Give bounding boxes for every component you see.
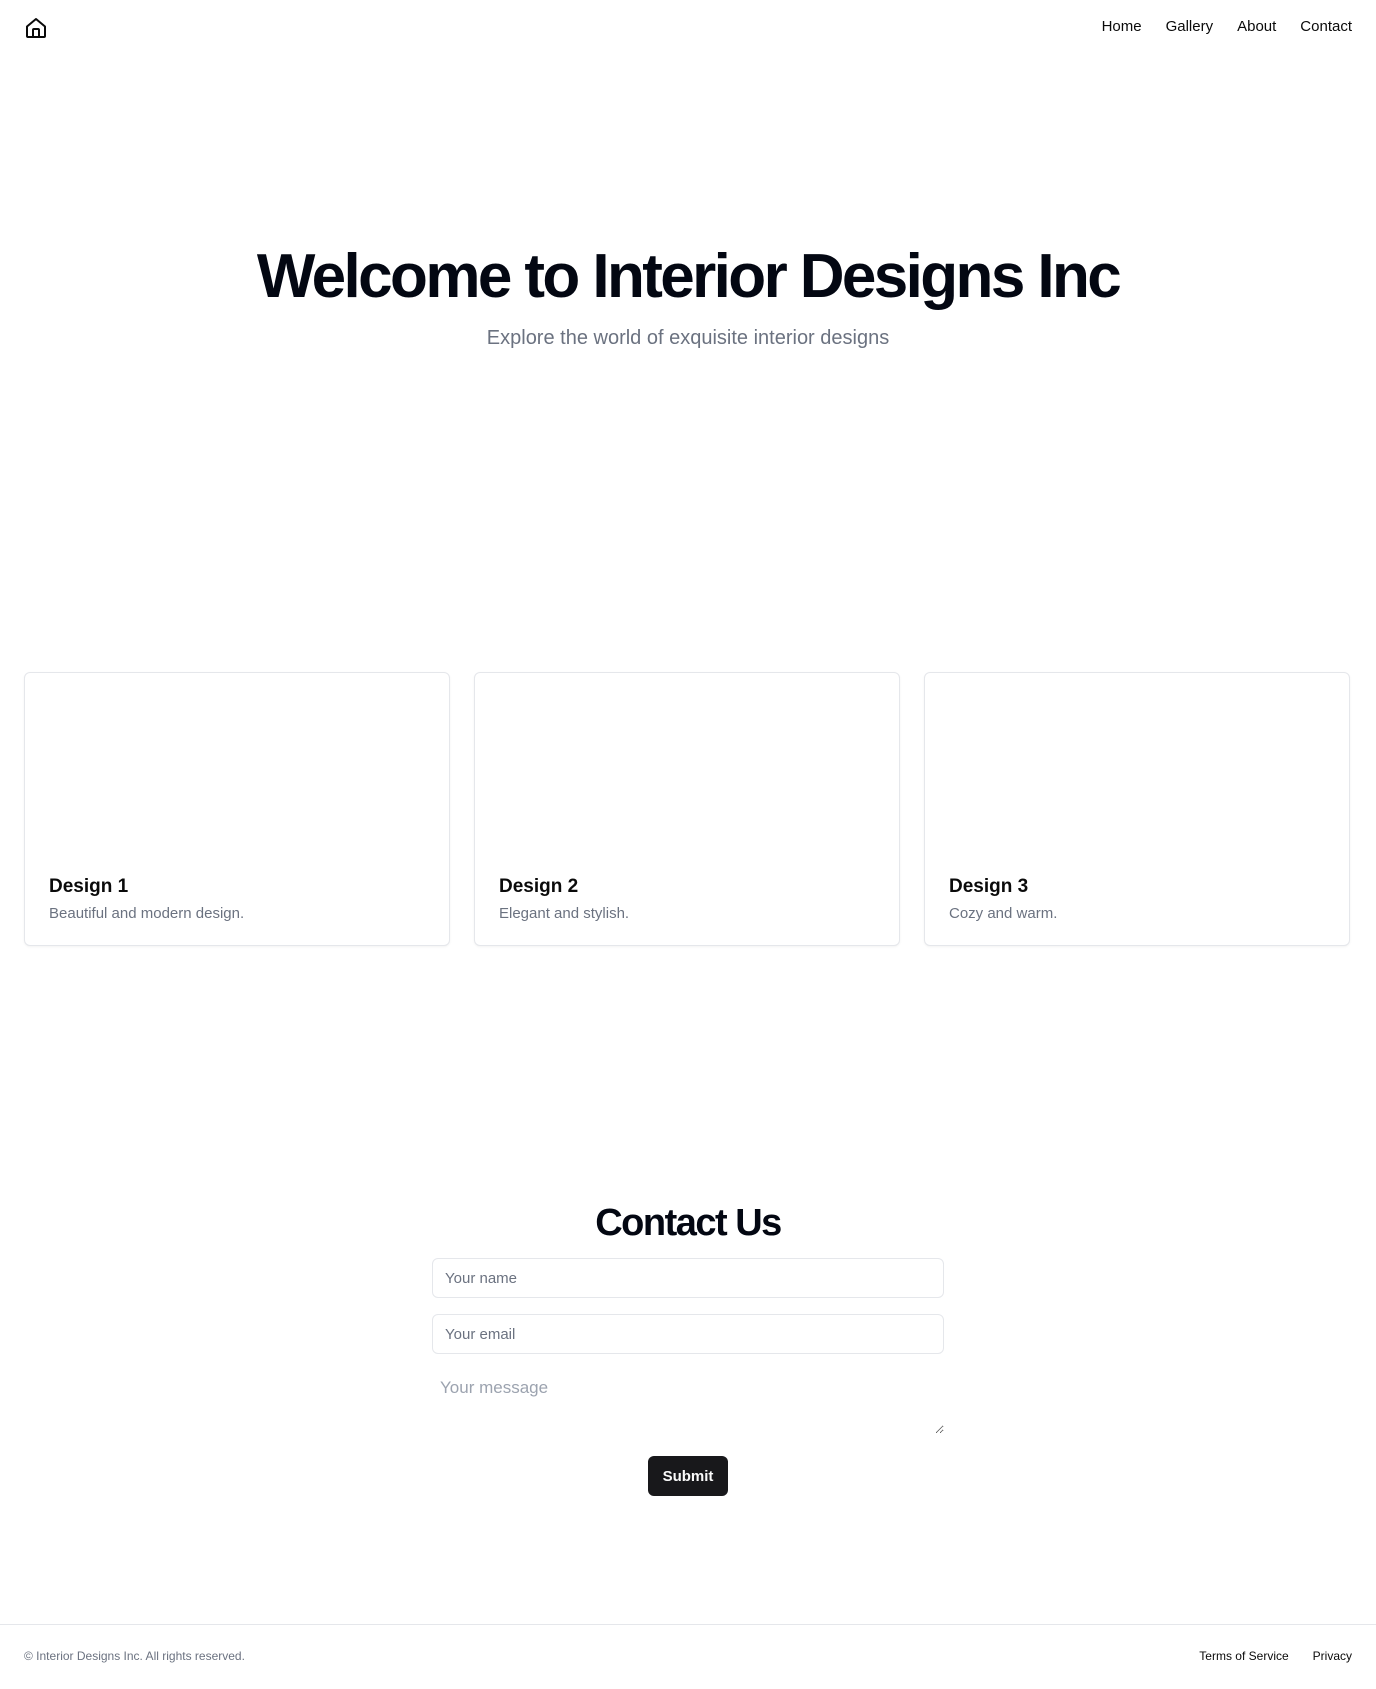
hero-title: Welcome to Interior Designs Inc: [256, 242, 1122, 311]
design-card[interactable]: Design 1 Beautiful and modern design.: [24, 672, 450, 946]
site-footer: © Interior Designs Inc. All rights reser…: [0, 1624, 1376, 1689]
copyright-text: © Interior Designs Inc. All rights reser…: [24, 1649, 245, 1663]
card-description: Beautiful and modern design.: [49, 905, 245, 922]
nav-link-home[interactable]: Home: [1102, 18, 1142, 35]
contact-title: Contact Us: [595, 1202, 782, 1244]
footer-links: Terms of Service Privacy: [1199, 1649, 1352, 1663]
footer-link-terms[interactable]: Terms of Service: [1199, 1649, 1288, 1663]
nav-link-about[interactable]: About: [1237, 18, 1276, 35]
design-gallery: Design 1 Beautiful and modern design. De…: [24, 672, 1352, 946]
site-header: Home Gallery About Contact: [0, 0, 1376, 56]
card-title: Design 1: [49, 876, 129, 897]
nav-link-gallery[interactable]: Gallery: [1166, 18, 1214, 35]
footer-link-privacy[interactable]: Privacy: [1313, 1649, 1352, 1663]
hero-subtitle: Explore the world of exquisite interior …: [486, 327, 890, 349]
card-title: Design 3: [949, 876, 1029, 897]
main-nav: Home Gallery About Contact: [1102, 18, 1352, 35]
design-card[interactable]: Design 2 Elegant and stylish.: [474, 672, 900, 946]
name-input[interactable]: [432, 1258, 944, 1298]
card-description: Elegant and stylish.: [499, 905, 630, 922]
email-input[interactable]: [432, 1314, 944, 1354]
home-icon[interactable]: [24, 16, 48, 40]
message-textarea[interactable]: [432, 1370, 944, 1434]
card-title: Design 2: [499, 876, 579, 897]
submit-button[interactable]: Submit: [648, 1456, 728, 1496]
design-card[interactable]: Design 3 Cozy and warm.: [924, 672, 1350, 946]
nav-link-contact[interactable]: Contact: [1300, 18, 1352, 35]
card-description: Cozy and warm.: [949, 905, 1058, 922]
